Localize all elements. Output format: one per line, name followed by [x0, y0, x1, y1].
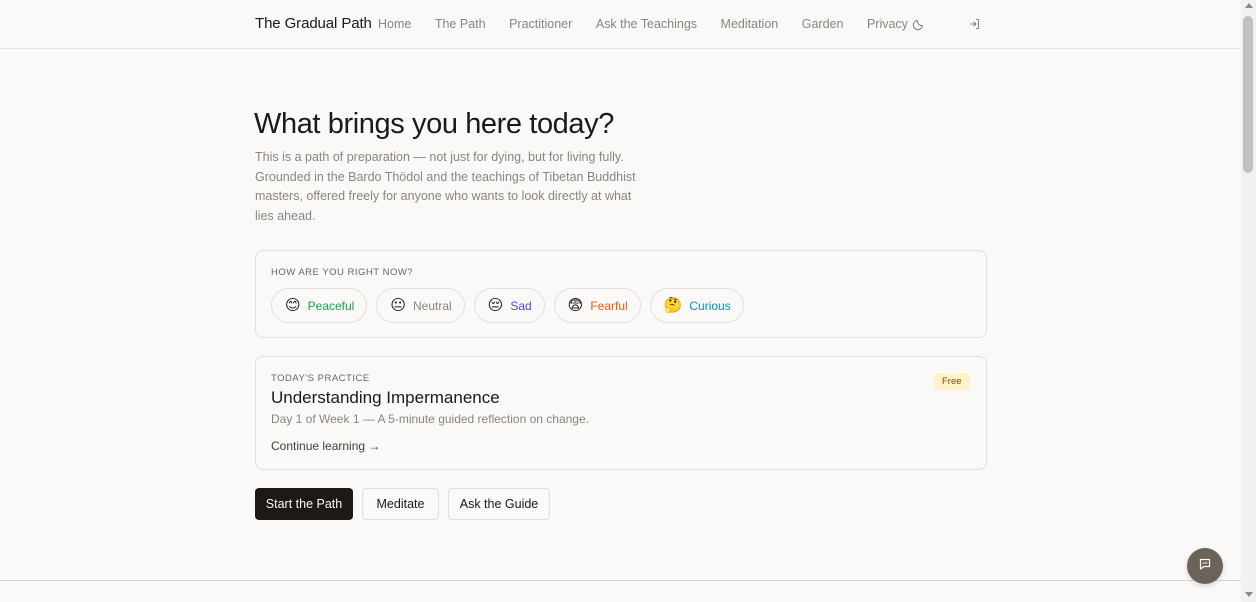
moon-icon[interactable]	[912, 17, 926, 31]
main-nav: Home The Path Practitioner Ask the Teach…	[378, 17, 931, 31]
mood-options: 😊 Peaceful 😐 Neutral 😔 Sad 😨 Fearful 🤔 C…	[271, 288, 753, 323]
mood-fearful-button[interactable]: 😨 Fearful	[553, 288, 641, 323]
thinking-face-icon: 🤔	[663, 297, 683, 314]
todays-practice-card: TODAY'S PRACTICE Free Understanding Impe…	[255, 356, 987, 470]
page-subtitle: This is a path of preparation — not just…	[255, 150, 636, 223]
fearful-face-icon: 😨	[567, 297, 584, 314]
footer-divider	[0, 580, 1241, 581]
vertical-scrollbar[interactable]	[1241, 0, 1256, 602]
page-title: What brings you here today?	[254, 108, 614, 140]
mood-label-neutral: Neutral	[412, 298, 452, 313]
sad-face-icon: 😔	[487, 297, 504, 314]
mood-label-peaceful: Peaceful	[307, 298, 355, 313]
free-badge: Free	[934, 373, 970, 390]
smile-icon: 😊	[285, 297, 301, 314]
ask-guide-button[interactable]: Ask the Guide	[448, 488, 550, 520]
nav-the-path[interactable]: The Path	[435, 17, 486, 31]
chat-icon	[1198, 557, 1212, 576]
practice-label: TODAY'S PRACTICE	[271, 373, 370, 384]
practice-description: Day 1 of Week 1 — A 5-minute guided refl…	[271, 412, 589, 426]
brand-logo[interactable]: The Gradual Path	[255, 15, 372, 32]
scroll-thumb[interactable]	[1243, 16, 1253, 173]
meditate-button[interactable]: Meditate	[362, 488, 439, 520]
scroll-down-icon[interactable]	[1245, 592, 1253, 597]
mood-peaceful-button[interactable]: 😊 Peaceful	[271, 288, 368, 323]
nav-home[interactable]: Home	[378, 17, 411, 31]
mood-sad-button[interactable]: 😔 Sad	[473, 288, 545, 323]
scroll-up-icon[interactable]	[1245, 3, 1253, 8]
mood-label: HOW ARE YOU RIGHT NOW?	[271, 267, 414, 278]
mood-card: HOW ARE YOU RIGHT NOW? 😊 Peaceful 😐 Neut…	[255, 250, 987, 338]
nav-privacy[interactable]: Privacy	[867, 17, 908, 31]
neutral-face-icon: 😐	[390, 297, 406, 314]
start-path-button[interactable]: Start the Path	[255, 488, 353, 520]
mood-curious-button[interactable]: 🤔 Curious	[649, 288, 744, 323]
practice-title: Understanding Impermanence	[271, 388, 500, 407]
login-icon[interactable]	[968, 17, 982, 31]
chat-button[interactable]	[1187, 548, 1223, 584]
site-header: The Gradual Path Home The Path Practitio…	[0, 0, 1241, 49]
mood-label-curious: Curious	[689, 298, 731, 313]
mood-neutral-button[interactable]: 😐 Neutral	[376, 288, 465, 323]
nav-meditation[interactable]: Meditation	[721, 17, 779, 31]
nav-practitioner[interactable]: Practitioner	[509, 17, 572, 31]
mood-label-fearful: Fearful	[590, 298, 628, 313]
nav-ask-the-teachings[interactable]: Ask the Teachings	[596, 17, 697, 31]
mood-label-sad: Sad	[510, 298, 532, 313]
nav-garden[interactable]: Garden	[802, 17, 844, 31]
continue-learning-link[interactable]: Continue learning →	[271, 439, 380, 453]
